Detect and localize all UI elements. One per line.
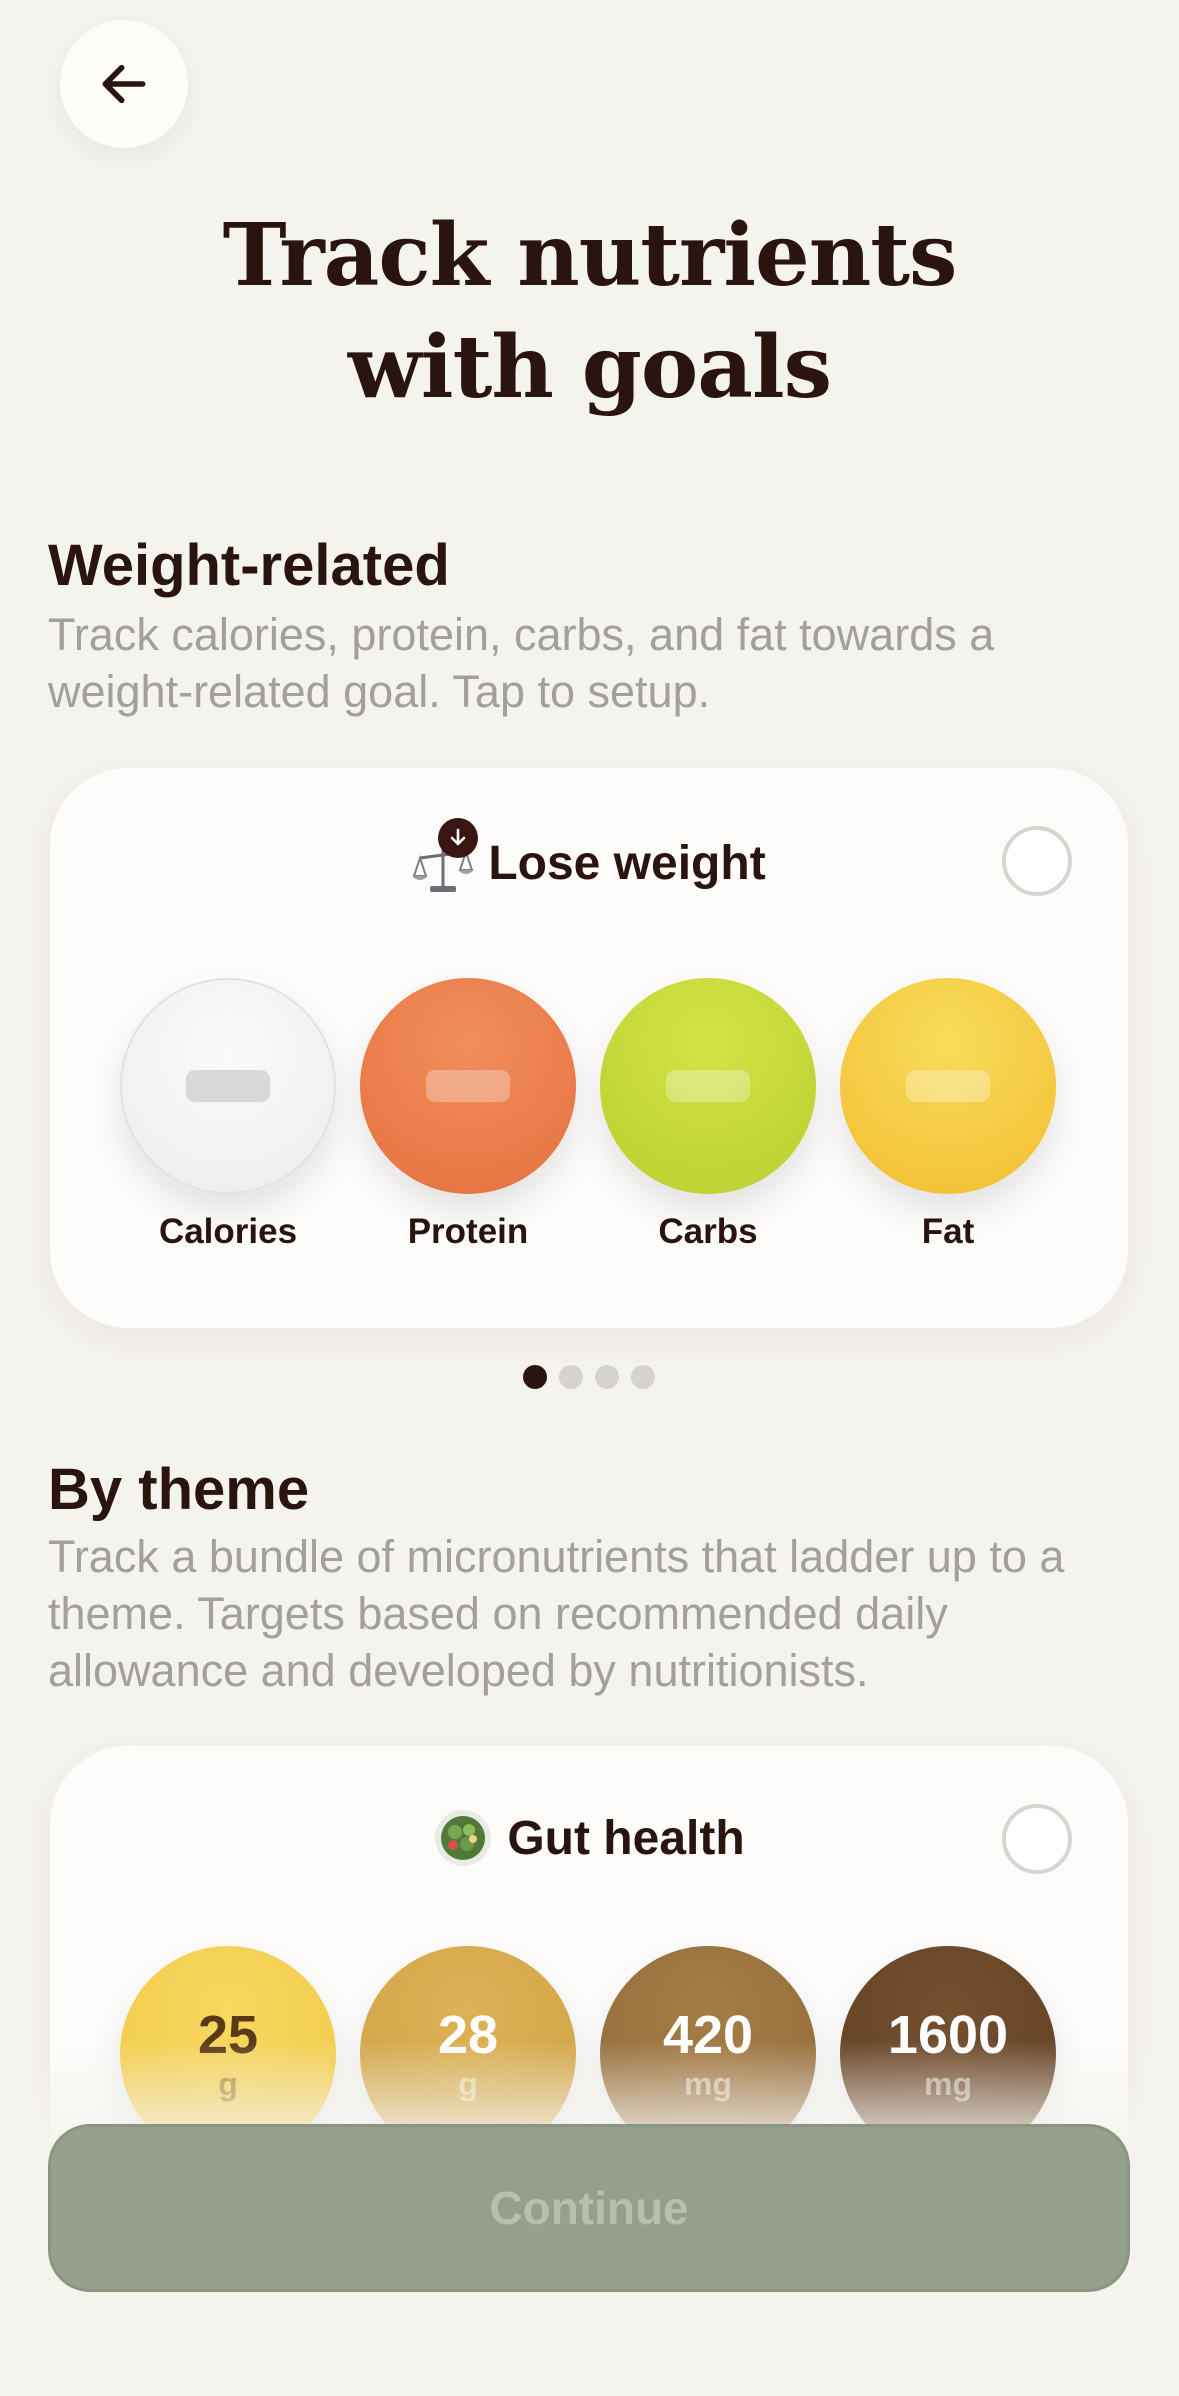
salad-bowl-icon [433,1808,493,1868]
weight-section-description: Track calories, protein, carbs, and fat … [48,609,995,717]
gut-health-radio[interactable] [1002,1804,1072,1874]
protein-placeholder [426,1070,510,1102]
nutrient-carbs: Carbs [600,978,816,1252]
carbs-label: Carbs [658,1212,758,1251]
page-title-line2: with goals [347,317,832,418]
nutrient-calories: Calories [120,978,336,1252]
gut-health-card-header: Gut health [50,1746,1128,1930]
back-button[interactable] [60,20,188,148]
nutrient-circles: Calories Protein Carbs Fat [120,978,1056,1252]
lose-weight-radio[interactable] [1002,826,1072,896]
nutrient-fat: Fat [840,978,1056,1252]
lose-weight-title: Lose weight [488,836,766,890]
protein-label: Protein [407,1212,529,1251]
pager-dot-2[interactable] [559,1365,583,1389]
lose-weight-card-header: Lose weight [50,768,1128,958]
weight-section-heading: Weight-related [48,533,450,598]
fat-placeholder [906,1070,990,1102]
page-title: Track nutrients with goals [0,200,1179,424]
pager-dot-4[interactable] [631,1365,655,1389]
continue-button[interactable]: Continue [48,2124,1130,2292]
scale-down-icon [412,818,479,896]
page-title-line1: Track nutrients [222,205,958,306]
calories-label: Calories [158,1212,298,1251]
gut-health-title: Gut health [507,1811,745,1865]
protein-circle [360,978,576,1194]
carbs-circle [600,978,816,1194]
theme-section-description: Track a bundle of micronutrients that la… [48,1531,1065,1696]
pager-dot-3[interactable] [595,1365,619,1389]
pager-dot-1[interactable] [523,1365,547,1389]
pager-dots [523,1365,655,1389]
calories-circle [120,978,336,1194]
theme-section-heading: By theme [48,1457,310,1522]
arrow-left-icon [102,64,146,104]
nutrient-protein: Protein [360,978,576,1252]
fat-circle [840,978,1056,1194]
lose-weight-card[interactable]: Lose weight Calories Protein Carbs Fat [50,768,1128,1328]
fat-label: Fat [921,1212,975,1251]
calories-placeholder [186,1070,270,1102]
carbs-placeholder [666,1070,750,1102]
